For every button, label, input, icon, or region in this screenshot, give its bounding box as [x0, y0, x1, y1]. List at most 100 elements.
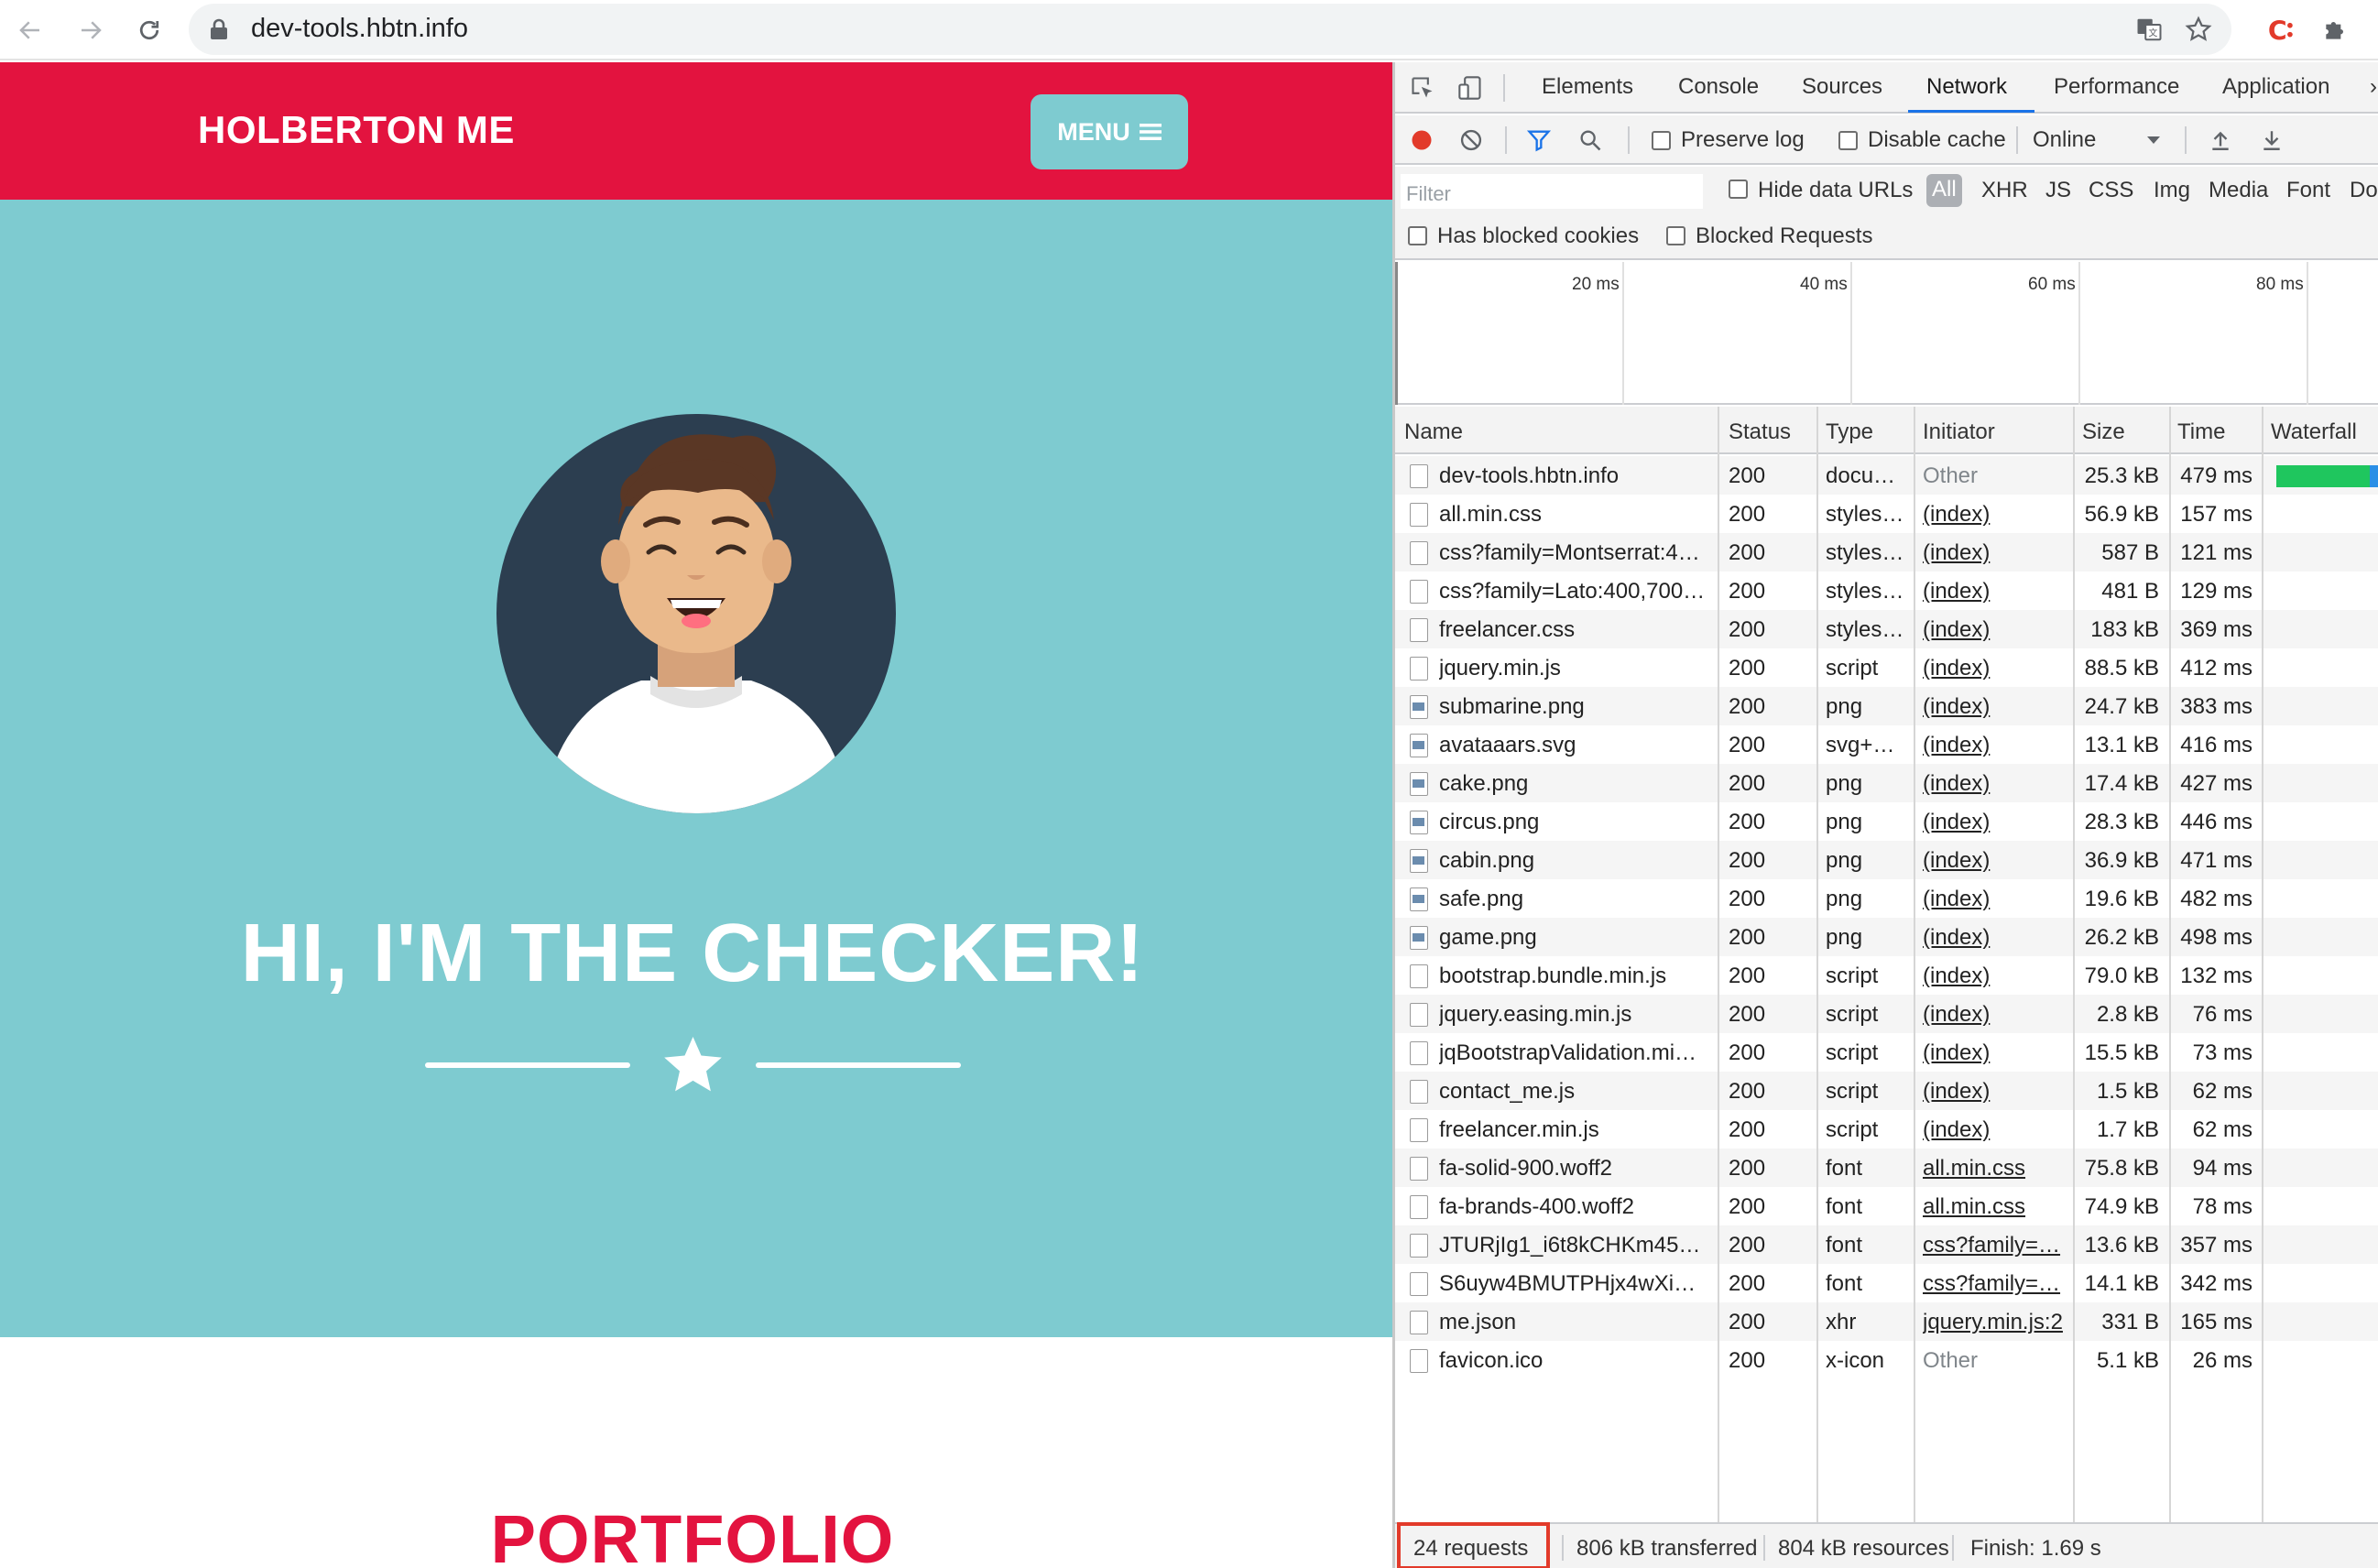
puzzle-icon[interactable]: [2318, 11, 2354, 48]
table-row[interactable]: game.png 200 png (index) 26.2 kB 498 ms: [1395, 918, 2378, 956]
tab-elements[interactable]: Elements: [1542, 74, 1633, 100]
disable-cache-checkbox[interactable]: [1838, 131, 1858, 150]
record-icon[interactable]: [1406, 125, 1437, 156]
extension-c-icon[interactable]: C: [2263, 11, 2299, 48]
cell-initiator[interactable]: (index): [1923, 656, 2067, 681]
table-row[interactable]: S6uyw4BMUTPHjx4wXi… 200 font css?family=… 14…: [1395, 1264, 2378, 1302]
cell-status: 200: [1729, 694, 1766, 719]
table-row[interactable]: css?family=Montserrat:4… 200 styles… (index…: [1395, 533, 2378, 572]
cell-initiator[interactable]: (index): [1923, 1079, 2067, 1105]
table-row[interactable]: favicon.ico 200 x-icon Other 5.1 kB 26 ms: [1395, 1341, 2378, 1379]
cell-initiator[interactable]: (index): [1923, 887, 2067, 912]
table-row[interactable]: jqBootstrapValidation.mi… 200 script (index…: [1395, 1033, 2378, 1072]
cell-initiator[interactable]: (index): [1923, 771, 2067, 797]
type-filter-img[interactable]: Img: [2154, 178, 2190, 203]
import-har-icon[interactable]: [2205, 125, 2236, 156]
cell-initiator[interactable]: (index): [1923, 617, 2067, 643]
table-row[interactable]: contact_me.js 200 script (index) 1.5 kB 62 ms: [1395, 1072, 2378, 1110]
cell-initiator[interactable]: (index): [1923, 502, 2067, 528]
search-icon[interactable]: [1575, 125, 1606, 156]
forward-button[interactable]: [70, 9, 112, 51]
blocked-requests-checkbox[interactable]: [1666, 226, 1685, 245]
device-toolbar-icon[interactable]: [1454, 71, 1487, 104]
blocked-cookies-checkbox[interactable]: [1408, 226, 1427, 245]
cell-name: jquery.easing.min.js: [1439, 1002, 1632, 1027]
network-overview-timeline[interactable]: 20 ms 40 ms 60 ms 80 ms: [1395, 262, 2378, 405]
more-tabs-chevron-icon[interactable]: ›: [2370, 74, 2377, 100]
web-page: HOLBERTON ME MENU HI, I'M THE CHECKER! P…: [0, 62, 1392, 1568]
clear-icon[interactable]: [1456, 125, 1487, 156]
cell-initiator[interactable]: (index): [1923, 540, 2067, 566]
type-filter-all[interactable]: All: [1926, 174, 1962, 207]
back-button[interactable]: [9, 9, 51, 51]
reload-button[interactable]: [128, 9, 170, 51]
type-filter-js[interactable]: JS: [2045, 178, 2071, 203]
tab-application[interactable]: Application: [2222, 74, 2329, 100]
translate-icon[interactable]: 文: [2133, 13, 2165, 46]
cell-initiator[interactable]: css?family=…: [1923, 1233, 2067, 1258]
column-status[interactable]: Status: [1729, 419, 1791, 445]
cell-initiator[interactable]: css?family=…: [1923, 1271, 2067, 1297]
throttling-select[interactable]: Online: [2033, 127, 2096, 153]
column-initiator[interactable]: Initiator: [1923, 419, 1995, 445]
table-row[interactable]: dev-tools.hbtn.info 200 docu… Other 25.3 kB 4…: [1395, 456, 2378, 495]
table-row[interactable]: JTURjIg1_i6t8kCHKm45… 200 font css?family=……: [1395, 1225, 2378, 1264]
address-bar[interactable]: dev-tools.hbtn.info 文: [189, 4, 2231, 55]
hide-data-urls-checkbox[interactable]: [1729, 180, 1748, 199]
site-brand[interactable]: HOLBERTON ME: [198, 108, 515, 152]
type-filter-doc[interactable]: Doc: [2350, 178, 2378, 203]
cell-initiator[interactable]: (index): [1923, 1040, 2067, 1066]
cell-initiator[interactable]: (index): [1923, 925, 2067, 951]
cell-initiator[interactable]: all.min.css: [1923, 1156, 2067, 1181]
table-row[interactable]: bootstrap.bundle.min.js 200 script (index) 7…: [1395, 956, 2378, 995]
table-row[interactable]: safe.png 200 png (index) 19.6 kB 482 ms: [1395, 879, 2378, 918]
filter-funnel-icon[interactable]: [1523, 125, 1554, 156]
inspect-element-icon[interactable]: [1406, 71, 1439, 104]
cell-initiator[interactable]: (index): [1923, 579, 2067, 604]
table-row[interactable]: css?family=Lato:400,700… 200 styles… (index…: [1395, 572, 2378, 610]
cell-initiator[interactable]: (index): [1923, 964, 2067, 989]
table-row[interactable]: me.json 200 xhr jquery.min.js:2 331 B 165 ms: [1395, 1302, 2378, 1341]
tab-performance[interactable]: Performance: [2054, 74, 2179, 100]
menu-button[interactable]: MENU: [1031, 94, 1188, 169]
preserve-log-checkbox[interactable]: [1652, 131, 1671, 150]
filter-input[interactable]: Filter: [1401, 174, 1703, 209]
cell-initiator[interactable]: (index): [1923, 694, 2067, 720]
type-filter-css[interactable]: CSS: [2089, 178, 2133, 203]
table-row[interactable]: fa-brands-400.woff2 200 font all.min.css 74.…: [1395, 1187, 2378, 1225]
portfolio-heading: PORTFOLIO: [490, 1501, 895, 1568]
table-row[interactable]: jquery.easing.min.js 200 script (index) 2.8 …: [1395, 995, 2378, 1033]
table-row[interactable]: circus.png 200 png (index) 28.3 kB 446 ms: [1395, 802, 2378, 841]
cell-status: 200: [1729, 1040, 1766, 1065]
cell-initiator[interactable]: (index): [1923, 1002, 2067, 1028]
table-row[interactable]: cake.png 200 png (index) 17.4 kB 427 ms: [1395, 764, 2378, 802]
column-type[interactable]: Type: [1826, 419, 1873, 445]
tab-network[interactable]: Network: [1926, 74, 2007, 100]
site-navbar: HOLBERTON ME MENU: [0, 62, 1392, 200]
bookmark-star-icon[interactable]: [2182, 13, 2215, 46]
cell-initiator[interactable]: (index): [1923, 810, 2067, 835]
type-filter-font[interactable]: Font: [2286, 178, 2330, 203]
table-row[interactable]: cabin.png 200 png (index) 36.9 kB 471 ms: [1395, 841, 2378, 879]
column-waterfall[interactable]: Waterfall: [2271, 419, 2357, 445]
cell-initiator[interactable]: all.min.css: [1923, 1194, 2067, 1220]
cell-initiator[interactable]: (index): [1923, 733, 2067, 758]
table-row[interactable]: freelancer.css 200 styles… (index) 183 kB 369…: [1395, 610, 2378, 648]
cell-initiator[interactable]: (index): [1923, 1117, 2067, 1143]
table-row[interactable]: submarine.png 200 png (index) 24.7 kB 383 ms: [1395, 687, 2378, 725]
type-filter-xhr[interactable]: XHR: [1981, 178, 2028, 203]
cell-initiator[interactable]: jquery.min.js:2: [1923, 1310, 2067, 1335]
column-name[interactable]: Name: [1404, 419, 1463, 445]
export-har-icon[interactable]: [2256, 125, 2287, 156]
tab-console[interactable]: Console: [1678, 74, 1759, 100]
column-size[interactable]: Size: [2082, 419, 2125, 445]
tab-sources[interactable]: Sources: [1802, 74, 1882, 100]
cell-initiator[interactable]: (index): [1923, 848, 2067, 874]
column-time[interactable]: Time: [2177, 419, 2225, 445]
table-row[interactable]: all.min.css 200 styles… (index) 56.9 kB 157 m…: [1395, 495, 2378, 533]
table-row[interactable]: avataaars.svg 200 svg+… (index) 13.1 kB 416 m…: [1395, 725, 2378, 764]
table-row[interactable]: fa-solid-900.woff2 200 font all.min.css 75.8…: [1395, 1149, 2378, 1187]
table-row[interactable]: freelancer.min.js 200 script (index) 1.7 kB 6…: [1395, 1110, 2378, 1149]
type-filter-media[interactable]: Media: [2209, 178, 2268, 203]
table-row[interactable]: jquery.min.js 200 script (index) 88.5 kB 412 …: [1395, 648, 2378, 687]
